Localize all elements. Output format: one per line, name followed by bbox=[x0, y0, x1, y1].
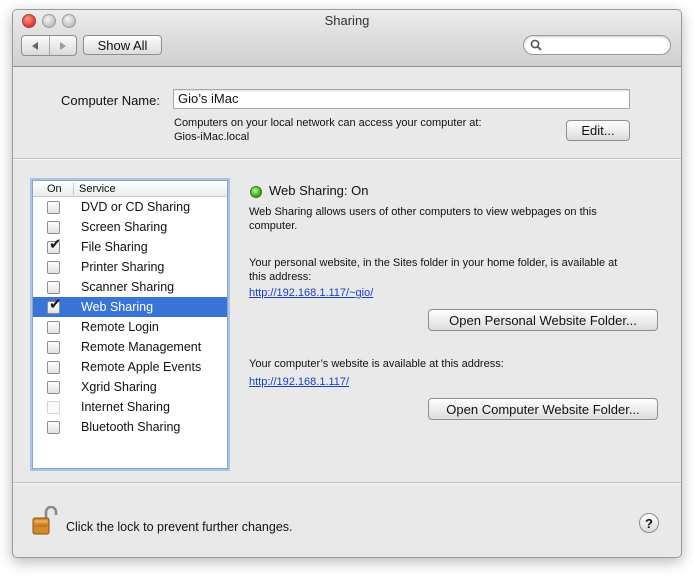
footer-divider bbox=[13, 482, 681, 484]
computer-website-info: Your computer’s website is available at … bbox=[249, 358, 504, 370]
service-checkbox[interactable] bbox=[47, 360, 60, 374]
service-name: Remote Apple Events bbox=[81, 360, 202, 374]
computer-name-label: Computer Name: bbox=[61, 93, 160, 108]
personal-website-info-line2: this address: bbox=[249, 271, 312, 283]
service-row[interactable]: Screen Sharing bbox=[33, 217, 227, 237]
column-service-header[interactable]: Service bbox=[74, 183, 116, 195]
service-name: Web Sharing bbox=[81, 300, 154, 314]
service-name: Remote Management bbox=[81, 340, 202, 354]
search-icon bbox=[530, 39, 542, 51]
service-checkbox[interactable] bbox=[47, 340, 60, 354]
service-row[interactable]: Bluetooth Sharing bbox=[33, 417, 227, 437]
unlocked-padlock-icon[interactable] bbox=[32, 506, 58, 536]
lock-message: Click the lock to prevent further change… bbox=[66, 520, 293, 534]
service-checkbox[interactable] bbox=[47, 380, 60, 394]
edit-button[interactable]: Edit... bbox=[566, 120, 630, 141]
search-input[interactable] bbox=[523, 35, 671, 55]
window-title: Sharing bbox=[324, 13, 370, 28]
service-name: File Sharing bbox=[81, 240, 148, 254]
service-row[interactable]: ✔ Web Sharing bbox=[33, 297, 227, 317]
toolbar: Sharing Show All bbox=[13, 10, 681, 67]
back-arrow-icon bbox=[31, 41, 38, 50]
service-name: DVD or CD Sharing bbox=[81, 200, 191, 214]
service-name: Printer Sharing bbox=[81, 260, 165, 274]
service-checkbox[interactable]: ✔ bbox=[47, 237, 62, 254]
help-button[interactable]: ? bbox=[639, 513, 659, 533]
service-checkbox bbox=[47, 400, 60, 414]
local-hostname: Gios-iMac.local bbox=[174, 131, 250, 143]
service-checkbox[interactable] bbox=[47, 220, 60, 234]
service-row[interactable]: Scanner Sharing bbox=[33, 277, 227, 297]
service-row[interactable]: Remote Management bbox=[33, 337, 227, 357]
checkmark-icon: ✔ bbox=[49, 295, 62, 313]
personal-website-info-line1: Your personal website, in the Sites fold… bbox=[249, 257, 618, 269]
forward-button[interactable] bbox=[48, 36, 77, 55]
service-row[interactable]: Printer Sharing bbox=[33, 257, 227, 277]
back-button[interactable] bbox=[22, 36, 49, 55]
forward-arrow-icon bbox=[60, 41, 67, 50]
service-name: Bluetooth Sharing bbox=[81, 420, 181, 434]
service-name: Scanner Sharing bbox=[81, 280, 175, 294]
services-list: On Service DVD or CD Sharing Screen Shari… bbox=[32, 180, 228, 469]
services-list-header: On Service bbox=[33, 181, 227, 197]
service-name: Remote Login bbox=[81, 320, 159, 334]
service-checkbox[interactable]: ✔ bbox=[47, 297, 62, 314]
service-checkbox[interactable] bbox=[47, 420, 60, 434]
service-row[interactable]: ✔ File Sharing bbox=[33, 237, 227, 257]
sharing-window: Sharing Show All Computer Name: Gio’s iM… bbox=[12, 9, 682, 558]
services-rows: DVD or CD Sharing Screen Sharing ✔ File Sha… bbox=[33, 197, 227, 437]
service-name: Xgrid Sharing bbox=[81, 380, 157, 394]
service-row[interactable]: DVD or CD Sharing bbox=[33, 197, 227, 217]
service-row[interactable]: Remote Login bbox=[33, 317, 227, 337]
computer-website-link[interactable]: http://192.168.1.117/ bbox=[249, 376, 349, 388]
service-checkbox[interactable] bbox=[47, 260, 60, 274]
show-all-button[interactable]: Show All bbox=[83, 35, 162, 55]
service-description-line2: computer. bbox=[249, 220, 298, 232]
service-status-title: Web Sharing: On bbox=[269, 183, 369, 198]
checkmark-icon: ✔ bbox=[49, 235, 62, 253]
service-name: Internet Sharing bbox=[81, 400, 170, 414]
service-row[interactable]: Remote Apple Events bbox=[33, 357, 227, 377]
open-personal-website-folder-button[interactable]: Open Personal Website Folder... bbox=[428, 309, 658, 331]
service-checkbox[interactable] bbox=[47, 320, 60, 334]
computer-name-field[interactable]: Gio’s iMac bbox=[173, 89, 630, 109]
local-address-info: Computers on your local network can acce… bbox=[174, 117, 482, 129]
service-row[interactable]: Internet Sharing bbox=[33, 397, 227, 417]
service-description-line1: Web Sharing allows users of other comput… bbox=[249, 206, 597, 218]
service-checkbox[interactable] bbox=[47, 280, 60, 294]
open-computer-website-folder-button[interactable]: Open Computer Website Folder... bbox=[428, 398, 658, 420]
service-checkbox[interactable] bbox=[47, 200, 60, 214]
service-row[interactable]: Xgrid Sharing bbox=[33, 377, 227, 397]
status-indicator-icon bbox=[250, 186, 262, 198]
column-on-header[interactable]: On bbox=[33, 182, 74, 195]
section-divider bbox=[13, 158, 681, 160]
back-forward-control bbox=[21, 35, 77, 56]
service-name: Screen Sharing bbox=[81, 220, 168, 234]
personal-website-link[interactable]: http://192.168.1.117/~gio/ bbox=[249, 287, 373, 299]
